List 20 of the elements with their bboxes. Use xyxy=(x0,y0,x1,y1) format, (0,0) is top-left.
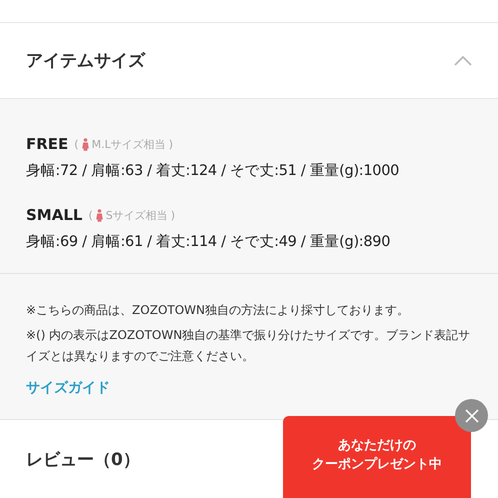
note-text: ※こちらの商品は、ZOZOTOWN独自の方法により採寸しております。 xyxy=(26,302,410,319)
coupon-popup[interactable]: あなただけの クーポンプレゼント中 xyxy=(283,416,471,498)
size-equivalent: M.Lサイズ相当 xyxy=(92,136,166,152)
reviews-title: レビュー（0） xyxy=(26,450,140,470)
size-measurements: 身幅:69 / 肩幅:61 / 着丈:114 / そで丈:49 / 重量(g):890 xyxy=(26,232,392,251)
paren: ( xyxy=(88,208,93,222)
size-name: FREE xyxy=(26,135,68,153)
paren: ) xyxy=(170,208,176,222)
person-icon xyxy=(82,138,89,150)
coupon-text: クーポンプレゼント中 xyxy=(312,456,442,474)
size-name: SMALL xyxy=(26,206,82,224)
paren: ( xyxy=(74,138,79,150)
coupon-text: あなただけの xyxy=(338,437,416,455)
person-icon xyxy=(96,208,103,222)
note-text: ※() 内の表示はZOZOTOWN独自の基準で振り分けたサイズです。ブランド表記サイズとは異なりますのでご注意ください。 xyxy=(26,327,472,365)
paren: ) xyxy=(168,138,174,150)
size-measurements: 身幅:72 / 肩幅:63 / 着丈:124 / そで丈:51 / 重量(g):1000 xyxy=(26,162,400,180)
size-guide-link[interactable]: サイズガイド xyxy=(26,379,110,397)
section-title: アイテムサイズ xyxy=(26,50,145,72)
size-equivalent: Sサイズ相当 xyxy=(106,208,168,222)
